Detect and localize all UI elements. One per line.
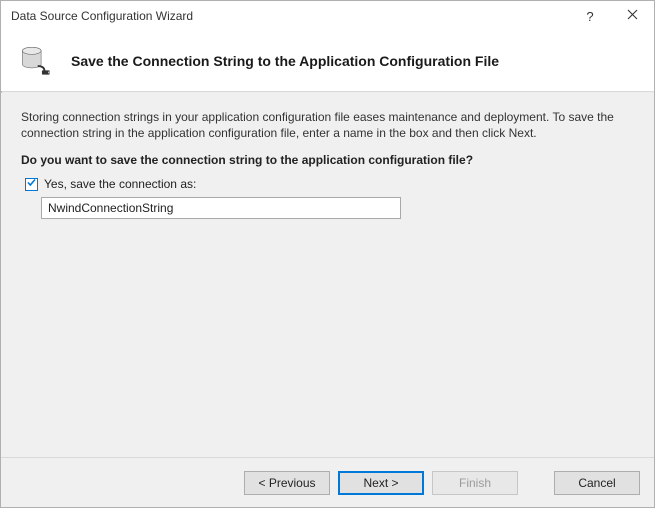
page-title: Save the Connection String to the Applic… [71,53,499,69]
close-icon [627,9,638,23]
close-button[interactable] [610,1,654,31]
wizard-footer: < Previous Next > Finish Cancel [1,457,654,507]
save-checkbox[interactable] [25,178,38,191]
finish-button: Finish [432,471,518,495]
help-icon: ? [586,9,593,24]
save-question: Do you want to save the connection strin… [21,153,634,167]
checkmark-icon [26,177,37,191]
previous-button[interactable]: < Previous [244,471,330,495]
help-button[interactable]: ? [570,1,610,31]
wizard-dialog: Data Source Configuration Wizard ? Save … [0,0,655,508]
next-button[interactable]: Next > [338,471,424,495]
wizard-content: Storing connection strings in your appli… [1,93,654,457]
window-title: Data Source Configuration Wizard [11,9,570,23]
save-checkbox-row: Yes, save the connection as: [21,177,634,191]
database-icon [19,44,53,78]
save-checkbox-label: Yes, save the connection as: [44,177,196,191]
connection-name-input[interactable] [41,197,401,219]
intro-text: Storing connection strings in your appli… [21,109,634,141]
wizard-header: Save the Connection String to the Applic… [1,31,654,91]
titlebar: Data Source Configuration Wizard ? [1,1,654,31]
cancel-button[interactable]: Cancel [554,471,640,495]
